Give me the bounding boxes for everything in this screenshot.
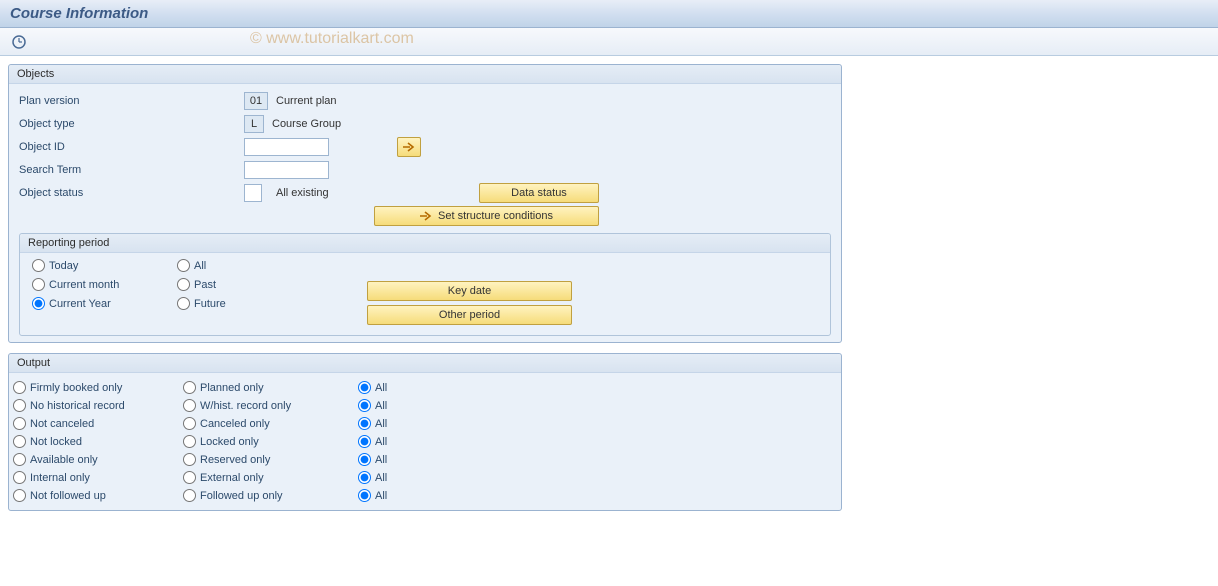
key-date-button[interactable]: Key date — [367, 281, 572, 301]
output-row4-opt-a-label: Available only — [30, 454, 98, 466]
output-row5-opt-a-label: Internal only — [30, 472, 90, 484]
arrow-right-icon — [420, 211, 432, 221]
output-row2-opt-a[interactable]: Not canceled — [13, 417, 183, 430]
output-row6-opt-c-label: All — [375, 490, 387, 502]
output-row3-opt-a[interactable]: Not locked — [13, 435, 183, 448]
data-status-button[interactable]: Data status — [479, 183, 599, 203]
object-type-input[interactable] — [244, 115, 264, 133]
radio-current-month-label: Current month — [49, 279, 119, 291]
output-row0-opt-c[interactable]: All — [358, 381, 438, 394]
output-row2-opt-b-label: Canceled only — [200, 418, 270, 430]
set-structure-conditions-button[interactable]: Set structure conditions — [374, 206, 599, 226]
output-row1-opt-a[interactable]: No historical record — [13, 399, 183, 412]
objects-group: Objects Plan version Current plan Object… — [8, 64, 842, 343]
radio-current-year-label: Current Year — [49, 298, 111, 310]
title-bar: Course Information — [0, 0, 1218, 28]
output-row1-opt-c[interactable]: All — [358, 399, 438, 412]
output-row6-opt-a[interactable]: Not followed up — [13, 489, 183, 502]
output-row4-opt-c-label: All — [375, 454, 387, 466]
output-row3-opt-a-label: Not locked — [30, 436, 82, 448]
other-period-button[interactable]: Other period — [367, 305, 572, 325]
output-row5-opt-c[interactable]: All — [358, 471, 438, 484]
output-group-title: Output — [9, 354, 841, 373]
object-id-search-button[interactable] — [397, 137, 421, 157]
plan-version-input[interactable] — [244, 92, 268, 110]
output-row2-opt-a-label: Not canceled — [30, 418, 94, 430]
output-row3-opt-c-label: All — [375, 436, 387, 448]
radio-all-label: All — [194, 260, 206, 272]
plan-version-desc: Current plan — [276, 95, 337, 107]
object-id-input[interactable] — [244, 138, 329, 156]
watermark-text: © www.tutorialkart.com — [250, 30, 414, 48]
output-row1-opt-c-label: All — [375, 400, 387, 412]
search-term-label: Search Term — [19, 164, 244, 176]
set-structure-conditions-label: Set structure conditions — [438, 210, 553, 222]
output-row6-opt-b[interactable]: Followed up only — [183, 489, 358, 502]
object-status-desc: All existing — [276, 187, 329, 199]
radio-current-month[interactable]: Current month — [32, 278, 177, 291]
reporting-period-group: Reporting period Today Current month Cur… — [19, 233, 831, 336]
radio-future[interactable]: Future — [177, 297, 347, 310]
object-status-input[interactable] — [244, 184, 262, 202]
output-row0-opt-c-label: All — [375, 382, 387, 394]
content-area: Objects Plan version Current plan Object… — [0, 56, 850, 529]
output-row5-opt-c-label: All — [375, 472, 387, 484]
radio-today-label: Today — [49, 260, 78, 272]
output-row1-opt-a-label: No historical record — [30, 400, 125, 412]
output-row0-opt-b[interactable]: Planned only — [183, 381, 358, 394]
output-row1-opt-b[interactable]: W/hist. record only — [183, 399, 358, 412]
radio-current-year[interactable]: Current Year — [32, 297, 177, 310]
output-row4-opt-b-label: Reserved only — [200, 454, 270, 466]
output-group: Output Firmly booked only No historical r… — [8, 353, 842, 511]
output-row5-opt-b-label: External only — [200, 472, 264, 484]
toolbar: © www.tutorialkart.com — [0, 28, 1218, 56]
object-type-desc: Course Group — [272, 118, 341, 130]
output-row5-opt-a[interactable]: Internal only — [13, 471, 183, 484]
output-row6-opt-b-label: Followed up only — [200, 490, 283, 502]
radio-today[interactable]: Today — [32, 259, 177, 272]
object-id-label: Object ID — [19, 141, 244, 153]
plan-version-label: Plan version — [19, 95, 244, 107]
execute-icon[interactable] — [10, 33, 28, 51]
radio-past[interactable]: Past — [177, 278, 347, 291]
output-row2-opt-c[interactable]: All — [358, 417, 438, 430]
output-row4-opt-a[interactable]: Available only — [13, 453, 183, 466]
output-row6-opt-a-label: Not followed up — [30, 490, 106, 502]
page-title: Course Information — [10, 5, 148, 22]
output-row2-opt-c-label: All — [375, 418, 387, 430]
radio-all[interactable]: All — [177, 259, 347, 272]
output-row3-opt-b-label: Locked only — [200, 436, 259, 448]
reporting-period-title: Reporting period — [20, 234, 830, 253]
output-row0-opt-a[interactable]: Firmly booked only — [13, 381, 183, 394]
object-type-label: Object type — [19, 118, 244, 130]
output-row4-opt-b[interactable]: Reserved only — [183, 453, 358, 466]
search-term-input[interactable] — [244, 161, 329, 179]
object-status-label: Object status — [19, 187, 244, 199]
output-row6-opt-c[interactable]: All — [358, 489, 438, 502]
output-row5-opt-b[interactable]: External only — [183, 471, 358, 484]
output-row4-opt-c[interactable]: All — [358, 453, 438, 466]
output-row0-opt-b-label: Planned only — [200, 382, 264, 394]
output-row1-opt-b-label: W/hist. record only — [200, 400, 291, 412]
objects-group-title: Objects — [9, 65, 841, 84]
radio-future-label: Future — [194, 298, 226, 310]
output-row2-opt-b[interactable]: Canceled only — [183, 417, 358, 430]
output-row3-opt-b[interactable]: Locked only — [183, 435, 358, 448]
output-row0-opt-a-label: Firmly booked only — [30, 382, 122, 394]
output-row3-opt-c[interactable]: All — [358, 435, 438, 448]
radio-past-label: Past — [194, 279, 216, 291]
